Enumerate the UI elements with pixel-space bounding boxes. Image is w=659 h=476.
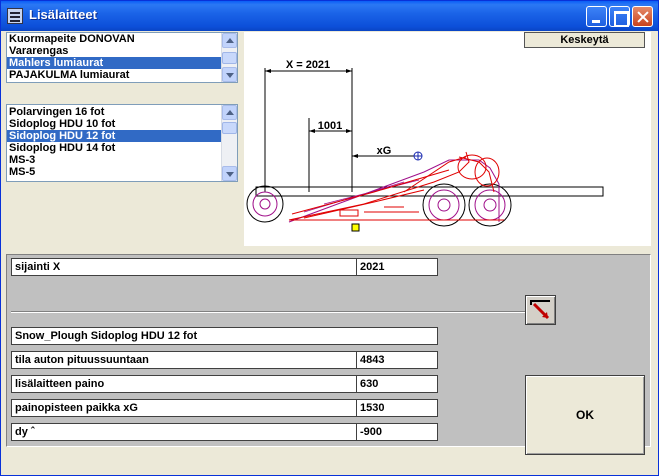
list-item[interactable]: Vararengas xyxy=(7,45,221,57)
app-icon xyxy=(7,8,23,24)
list-item-selected[interactable]: Sidoplog HDU 12 fot xyxy=(7,130,221,142)
list-item[interactable]: PAJAKULMA lumiaurat xyxy=(7,69,221,81)
dimension-1001-label: 1001 xyxy=(318,120,342,132)
measure-tool-icon xyxy=(530,300,550,320)
dimension-arrows xyxy=(265,69,358,158)
list-items: Polarvingen 16 fot Sidoplog HDU 10 fot S… xyxy=(7,106,221,178)
scroll-thumb[interactable] xyxy=(222,52,237,64)
weight-label: lisälaitteen paino xyxy=(11,375,357,393)
separator xyxy=(11,311,527,313)
position-value-field[interactable]: 2021 xyxy=(356,258,438,276)
cog-label: painopisteen paikka xG xyxy=(11,399,357,417)
space-value-field[interactable]: 4843 xyxy=(356,351,438,369)
equipment-category-list[interactable]: Kuormapeite DONOVAN Vararengas Mahlers l… xyxy=(6,32,238,83)
dy-label: dy ˆ xyxy=(11,423,357,441)
list-item[interactable]: Polarvingen 16 fot xyxy=(7,106,221,118)
list-item[interactable]: Kuormapeite DONOVAN xyxy=(7,33,221,45)
window: Lisälaitteet Kuormapeite DONOVAN Vararen… xyxy=(0,0,659,476)
close-button[interactable] xyxy=(632,6,653,27)
scroll-up-arrow-icon[interactable] xyxy=(222,105,237,120)
dy-value-field[interactable]: -900 xyxy=(356,423,438,441)
list-item[interactable]: Sidoplog HDU 14 fot xyxy=(7,142,221,154)
ok-button[interactable]: OK xyxy=(525,375,645,455)
wheel-rims xyxy=(252,189,506,221)
window-title: Lisälaitteet xyxy=(29,7,97,22)
equipment-model-list[interactable]: Polarvingen 16 fot Sidoplog HDU 10 fot S… xyxy=(6,104,238,182)
space-label: tila auton pituussuuntaan xyxy=(11,351,357,369)
maximize-button[interactable] xyxy=(609,6,630,27)
scroll-down-arrow-icon[interactable] xyxy=(222,67,237,82)
scroll-up-arrow-icon[interactable] xyxy=(222,33,237,48)
title-bar[interactable]: Lisälaitteet xyxy=(1,1,658,31)
position-label: sijainti X xyxy=(11,258,357,276)
list-items: Kuormapeite DONOVAN Vararengas Mahlers l… xyxy=(7,33,221,81)
equipment-name-field: Snow_Plough Sidoplog HDU 12 fot xyxy=(11,327,438,345)
dimension-x-label: X = 2021 xyxy=(286,59,330,71)
list-item[interactable]: MS-3 xyxy=(7,154,221,166)
chassis-frame xyxy=(255,186,604,197)
cancel-button[interactable]: Keskeytä xyxy=(524,32,645,48)
list-item[interactable]: MS-5 xyxy=(7,166,221,178)
scrollbar[interactable] xyxy=(221,105,237,181)
list-item-selected[interactable]: Mahlers lumiaurat xyxy=(7,57,221,69)
minimize-button[interactable] xyxy=(586,6,607,27)
scroll-down-arrow-icon[interactable] xyxy=(222,166,237,181)
list-item[interactable]: Sidoplog HDU 10 fot xyxy=(7,118,221,130)
calibrate-tool-button[interactable] xyxy=(525,295,556,325)
weight-value-field[interactable]: 630 xyxy=(356,375,438,393)
cog-value-field[interactable]: 1530 xyxy=(356,399,438,417)
xg-label: xG xyxy=(377,145,392,157)
scroll-thumb[interactable] xyxy=(222,122,237,134)
position-marker-icon[interactable] xyxy=(351,223,360,232)
scrollbar[interactable] xyxy=(221,33,237,82)
truck-body xyxy=(288,159,500,223)
vehicle-drawing: X = 2021 1001 xG xyxy=(244,32,651,246)
vehicle-drawing-svg: X = 2021 1001 xG xyxy=(246,59,604,232)
